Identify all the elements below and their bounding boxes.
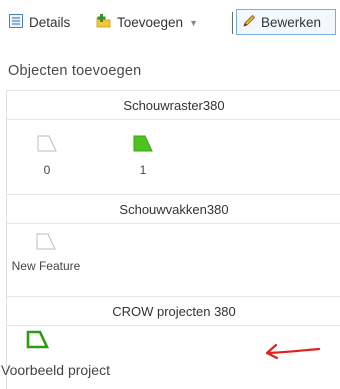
template-item[interactable]: 1 bbox=[127, 134, 159, 177]
details-list-icon bbox=[8, 13, 24, 32]
pencil-icon bbox=[242, 14, 256, 31]
green-filled-polygon-icon bbox=[127, 134, 159, 156]
template-label: New Feature bbox=[11, 259, 81, 273]
template-item[interactable]: New Feature bbox=[1, 232, 91, 273]
red-arrow-icon bbox=[262, 338, 322, 367]
green-outline-polygon-icon bbox=[1, 330, 171, 354]
layer-header: Schouwraster380 bbox=[7, 90, 340, 120]
layer-header: CROW projecten 380 bbox=[7, 296, 340, 326]
white-polygon-icon bbox=[1, 232, 91, 254]
bewerken-button[interactable]: Bewerken bbox=[236, 9, 336, 35]
toolbar: Details Toevoegen ▼ Bewerken bbox=[0, 0, 340, 45]
layer-header: Schouwvakken380 bbox=[7, 194, 340, 224]
toevoegen-dropdown-button[interactable]: Toevoegen ▼ bbox=[95, 9, 198, 35]
panel-title: Objecten toevoegen bbox=[8, 63, 142, 79]
bewerken-label: Bewerken bbox=[261, 14, 322, 30]
toolbar-divider bbox=[232, 12, 233, 34]
template-label: 0 bbox=[43, 163, 51, 177]
white-polygon-icon bbox=[31, 134, 63, 156]
toevoegen-label: Toevoegen bbox=[117, 14, 184, 30]
template-item[interactable]: Voorbeeld project bbox=[1, 330, 171, 378]
chevron-down-icon: ▼ bbox=[189, 18, 198, 28]
add-feature-icon bbox=[95, 13, 112, 32]
layer-name: CROW projecten 380 bbox=[112, 303, 236, 319]
template-label: Voorbeeld project bbox=[1, 362, 110, 378]
details-button[interactable]: Details bbox=[8, 9, 70, 35]
template-label: 1 bbox=[139, 163, 147, 177]
layer-name: Schouwraster380 bbox=[123, 97, 225, 113]
layer-name: Schouwvakken380 bbox=[119, 201, 229, 217]
template-item[interactable]: 0 bbox=[31, 134, 63, 177]
details-label: Details bbox=[29, 14, 71, 30]
